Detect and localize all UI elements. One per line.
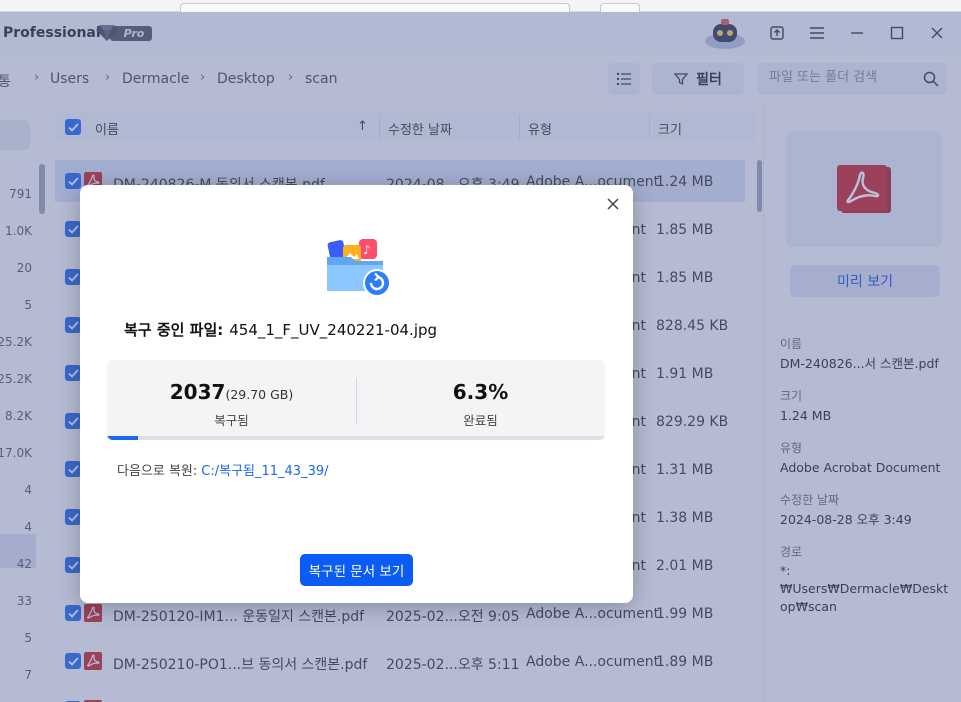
recovery-progress-dialog: ♪ 복구 중인 파일: 454_1_F_UV_240221-04.jpg ✦ 20…	[80, 185, 633, 603]
recovery-stats: 2037(29.70 GB) 복구됨 6.3% 완료됨	[107, 360, 605, 440]
recovered-label: 복구됨	[214, 413, 249, 428]
recovered-count: 2037(29.70 GB)	[107, 380, 356, 404]
percent-complete: 6.3%	[452, 380, 509, 404]
view-recovered-button[interactable]: 복구된 문서 보기	[300, 554, 413, 586]
svg-text:♪: ♪	[363, 243, 371, 257]
close-icon[interactable]	[603, 194, 623, 214]
restore-destination: 다음으로 복원: C:/복구됨_11_43_39/	[117, 460, 329, 479]
taskbar-edge	[600, 3, 640, 12]
progress-fill	[107, 436, 139, 440]
progress-bar	[107, 436, 605, 440]
recovered-size: (29.70 GB)	[225, 387, 294, 402]
recovering-file-line: 복구 중인 파일: 454_1_F_UV_240221-04.jpg	[124, 319, 437, 340]
percent-label: 완료됨	[463, 413, 498, 428]
recovering-file-name: 454_1_F_UV_240221-04.jpg	[229, 321, 438, 339]
recovered-count-value: 2037	[169, 380, 226, 404]
restore-destination-label: 다음으로 복원:	[117, 464, 198, 479]
recovery-folder-icon: ♪	[327, 239, 391, 297]
recovering-label: 복구 중인 파일:	[124, 321, 224, 339]
browser-tab-edge	[180, 3, 570, 12]
restore-destination-link[interactable]: C:/복구됨_11_43_39/	[201, 464, 328, 479]
desktop-strip	[0, 0, 961, 12]
